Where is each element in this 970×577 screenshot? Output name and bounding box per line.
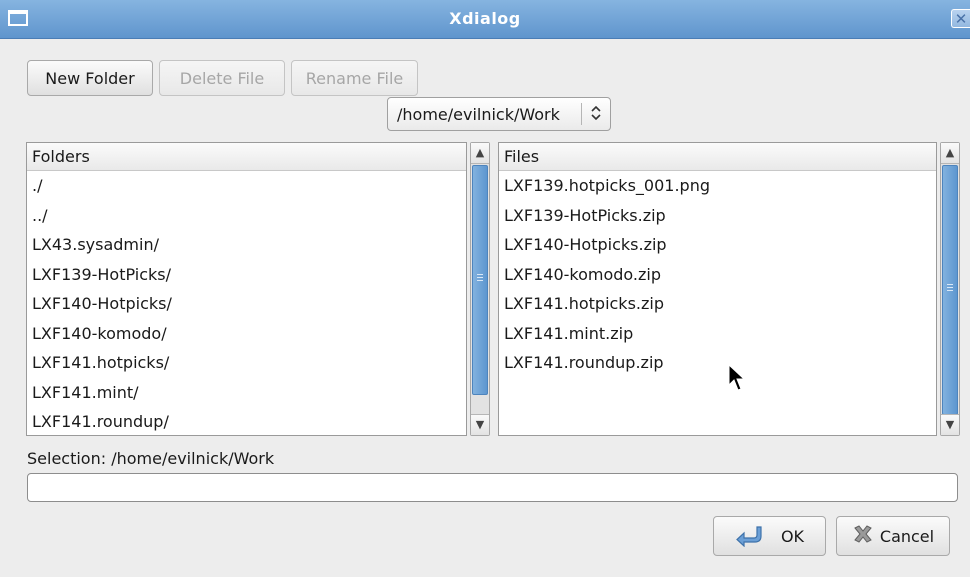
title-bar[interactable]: Xdialog ✕ — [0, 0, 970, 39]
file-item[interactable]: LXF139.hotpicks_001.png — [499, 171, 936, 201]
folder-item[interactable]: LXF141.hotpicks/ — [27, 348, 466, 378]
files-header[interactable]: Files — [499, 143, 936, 171]
files-scrollbar[interactable]: ▲ ▼ — [940, 142, 960, 436]
file-item[interactable]: LXF141.mint.zip — [499, 319, 936, 349]
folders-list[interactable]: Folders ./ ../ LX43.sysadmin/ LXF139-Hot… — [26, 142, 467, 436]
selection-label: Selection: /home/evilnick/Work — [27, 449, 275, 468]
close-icon[interactable]: ✕ — [951, 9, 970, 28]
file-item[interactable]: LXF139-HotPicks.zip — [499, 201, 936, 231]
scroll-down-icon[interactable]: ▼ — [941, 414, 959, 435]
window-title: Xdialog — [449, 9, 521, 28]
rename-file-button[interactable]: Rename File — [291, 60, 418, 96]
folders-scroll-thumb[interactable] — [472, 165, 488, 395]
files-items: LXF139.hotpicks_001.png LXF139-HotPicks.… — [499, 171, 936, 378]
ok-button[interactable]: OK — [713, 516, 826, 556]
cancel-label: Cancel — [879, 526, 935, 546]
path-dropdown[interactable]: /home/evilnick/Work — [387, 97, 611, 131]
folder-item[interactable]: LXF141.mint/ — [27, 378, 466, 408]
folder-item[interactable]: LXF140-komodo/ — [27, 319, 466, 349]
file-item[interactable]: LXF141.hotpicks.zip — [499, 289, 936, 319]
return-arrow-icon — [735, 525, 763, 548]
folders-header[interactable]: Folders — [27, 143, 466, 171]
path-dropdown-value: /home/evilnick/Work — [397, 104, 560, 124]
new-folder-button[interactable]: New Folder — [27, 60, 153, 96]
folders-items: ./ ../ LX43.sysadmin/ LXF139-HotPicks/ L… — [27, 171, 466, 435]
folder-item[interactable]: ../ — [27, 201, 466, 231]
scroll-up-icon[interactable]: ▲ — [941, 143, 959, 164]
chevron-up-down-icon[interactable] — [582, 105, 610, 123]
files-scroll-thumb[interactable] — [942, 165, 958, 415]
folder-item[interactable]: LXF139-HotPicks/ — [27, 260, 466, 290]
folder-item[interactable]: LXF140-Hotpicks/ — [27, 289, 466, 319]
folder-item[interactable]: LX43.sysadmin/ — [27, 230, 466, 260]
mouse-pointer-icon — [728, 363, 746, 396]
ok-label: OK — [780, 526, 805, 546]
file-item[interactable]: LXF141.roundup.zip — [499, 348, 936, 378]
folders-scrollbar[interactable]: ▲ ▼ — [470, 142, 490, 436]
files-list[interactable]: Files LXF139.hotpicks_001.png LXF139-Hot… — [498, 142, 937, 436]
delete-file-button[interactable]: Delete File — [159, 60, 285, 96]
file-item[interactable]: LXF140-Hotpicks.zip — [499, 230, 936, 260]
cross-icon — [852, 523, 874, 550]
cancel-button[interactable]: Cancel — [836, 516, 950, 556]
scroll-down-icon[interactable]: ▼ — [471, 414, 489, 435]
scroll-up-icon[interactable]: ▲ — [471, 143, 489, 164]
selection-input[interactable] — [27, 473, 958, 502]
file-item[interactable]: LXF140-komodo.zip — [499, 260, 936, 290]
folder-item[interactable]: ./ — [27, 171, 466, 201]
folder-item[interactable]: LXF141.roundup/ — [27, 407, 466, 435]
